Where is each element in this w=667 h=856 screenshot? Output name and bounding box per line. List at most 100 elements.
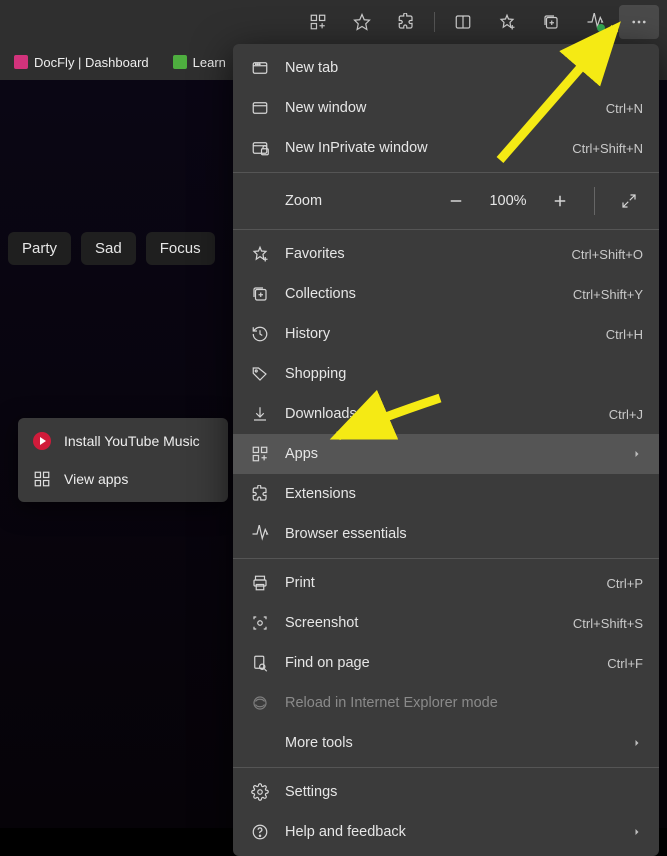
zoom-value: 100% bbox=[484, 193, 532, 209]
menu-shortcut: Ctrl+Shift+O bbox=[571, 247, 643, 262]
mood-chips: Party Sad Focus bbox=[8, 232, 215, 265]
shopping-icon bbox=[249, 365, 271, 383]
settings-and-more-menu: New tab New window Ctrl+N New InPrivate … bbox=[233, 44, 659, 856]
menu-label: Collections bbox=[285, 286, 559, 302]
menu-find-on-page[interactable]: Find on page Ctrl+F bbox=[233, 643, 659, 683]
tab-title: Learn bbox=[193, 55, 226, 70]
extensions-icon[interactable] bbox=[386, 5, 426, 39]
zoom-out-button[interactable] bbox=[442, 187, 470, 215]
menu-help[interactable]: Help and feedback bbox=[233, 812, 659, 852]
menu-print[interactable]: Print Ctrl+P bbox=[233, 563, 659, 603]
menu-shortcut: Ctrl+Shift+S bbox=[573, 616, 643, 631]
screenshot-icon bbox=[249, 614, 271, 632]
collections-icon bbox=[249, 285, 271, 303]
tab-title: DocFly | Dashboard bbox=[34, 55, 149, 70]
menu-label: Screenshot bbox=[285, 615, 559, 631]
menu-label: History bbox=[285, 326, 592, 342]
ie-icon bbox=[249, 694, 271, 712]
favorite-star-icon[interactable] bbox=[342, 5, 382, 39]
menu-shortcut: Ctrl+N bbox=[606, 101, 643, 116]
menu-label: Browser essentials bbox=[285, 526, 643, 542]
essentials-icon bbox=[249, 525, 271, 543]
menu-label: Find on page bbox=[285, 655, 593, 671]
youtube-icon bbox=[32, 432, 52, 450]
chevron-right-icon bbox=[631, 737, 643, 749]
extensions-icon bbox=[249, 485, 271, 503]
menu-shopping[interactable]: Shopping bbox=[233, 354, 659, 394]
menu-more-tools[interactable]: More tools bbox=[233, 723, 659, 763]
menu-separator bbox=[233, 558, 659, 559]
zoom-in-button[interactable] bbox=[546, 187, 574, 215]
menu-label: New tab bbox=[285, 60, 643, 76]
collections-icon[interactable] bbox=[531, 5, 571, 39]
submenu-label: View apps bbox=[64, 471, 128, 487]
menu-ie-mode: Reload in Internet Explorer mode bbox=[233, 683, 659, 723]
menu-separator bbox=[233, 229, 659, 230]
menu-label: New window bbox=[285, 100, 592, 116]
print-icon bbox=[249, 574, 271, 592]
chip-party[interactable]: Party bbox=[8, 232, 71, 265]
menu-screenshot[interactable]: Screenshot Ctrl+Shift+S bbox=[233, 603, 659, 643]
menu-favorites[interactable]: Favorites Ctrl+Shift+O bbox=[233, 234, 659, 274]
fullscreen-button[interactable] bbox=[615, 187, 643, 215]
submenu-install-youtube-music[interactable]: Install YouTube Music bbox=[22, 422, 224, 460]
zoom-divider bbox=[594, 187, 595, 215]
menu-label: Zoom bbox=[249, 193, 428, 209]
submenu-view-apps[interactable]: View apps bbox=[22, 460, 224, 498]
menu-label: Apps bbox=[285, 446, 617, 462]
menu-label: Shopping bbox=[285, 366, 643, 382]
inprivate-icon bbox=[249, 139, 271, 157]
new-tab-icon bbox=[249, 59, 271, 77]
menu-zoom: Zoom 100% bbox=[233, 177, 659, 225]
menu-shortcut: Ctrl+F bbox=[607, 656, 643, 671]
menu-new-inprivate-window[interactable]: New InPrivate window Ctrl+Shift+N bbox=[233, 128, 659, 168]
menu-label: More tools bbox=[285, 735, 617, 751]
toolbar-divider bbox=[434, 12, 435, 32]
menu-settings[interactable]: Settings bbox=[233, 772, 659, 812]
menu-collections[interactable]: Collections Ctrl+Shift+Y bbox=[233, 274, 659, 314]
menu-new-window[interactable]: New window Ctrl+N bbox=[233, 88, 659, 128]
menu-label: Print bbox=[285, 575, 593, 591]
menu-label: Favorites bbox=[285, 246, 557, 262]
apps-grid-icon bbox=[32, 470, 52, 488]
menu-history[interactable]: History Ctrl+H bbox=[233, 314, 659, 354]
menu-separator bbox=[233, 767, 659, 768]
tab-learn[interactable]: Learn bbox=[163, 47, 236, 77]
favorites-icon[interactable] bbox=[487, 5, 527, 39]
menu-label: New InPrivate window bbox=[285, 140, 558, 156]
menu-shortcut: Ctrl+J bbox=[609, 407, 643, 422]
downloads-icon bbox=[249, 405, 271, 423]
chip-sad[interactable]: Sad bbox=[81, 232, 136, 265]
split-screen-icon[interactable] bbox=[443, 5, 483, 39]
menu-browser-essentials[interactable]: Browser essentials bbox=[233, 514, 659, 554]
help-icon bbox=[249, 823, 271, 841]
find-icon bbox=[249, 654, 271, 672]
menu-shortcut: Ctrl+P bbox=[607, 576, 643, 591]
menu-shortcut: Ctrl+Shift+N bbox=[572, 141, 643, 156]
submenu-label: Install YouTube Music bbox=[64, 433, 200, 449]
chevron-right-icon bbox=[631, 448, 643, 460]
history-icon bbox=[249, 325, 271, 343]
browser-toolbar bbox=[0, 0, 667, 44]
tab-docfly[interactable]: DocFly | Dashboard bbox=[4, 47, 159, 77]
more-icon[interactable] bbox=[619, 5, 659, 39]
apps-submenu: Install YouTube Music View apps bbox=[18, 418, 228, 502]
menu-apps[interactable]: Apps bbox=[233, 434, 659, 474]
performance-icon[interactable] bbox=[575, 5, 615, 39]
menu-label: Extensions bbox=[285, 486, 643, 502]
menu-shortcut: Ctrl+Shift+Y bbox=[573, 287, 643, 302]
apps-icon bbox=[249, 445, 271, 463]
chip-focus[interactable]: Focus bbox=[146, 232, 215, 265]
apps-icon[interactable] bbox=[298, 5, 338, 39]
menu-label: Downloads bbox=[285, 406, 595, 422]
favorites-icon bbox=[249, 245, 271, 263]
menu-label: Settings bbox=[285, 784, 643, 800]
menu-new-tab[interactable]: New tab bbox=[233, 48, 659, 88]
gear-icon bbox=[249, 783, 271, 801]
favicon-docfly bbox=[14, 55, 28, 69]
menu-extensions[interactable]: Extensions bbox=[233, 474, 659, 514]
menu-label: Help and feedback bbox=[285, 824, 617, 840]
menu-shortcut: Ctrl+H bbox=[606, 327, 643, 342]
menu-separator bbox=[233, 172, 659, 173]
menu-downloads[interactable]: Downloads Ctrl+J bbox=[233, 394, 659, 434]
